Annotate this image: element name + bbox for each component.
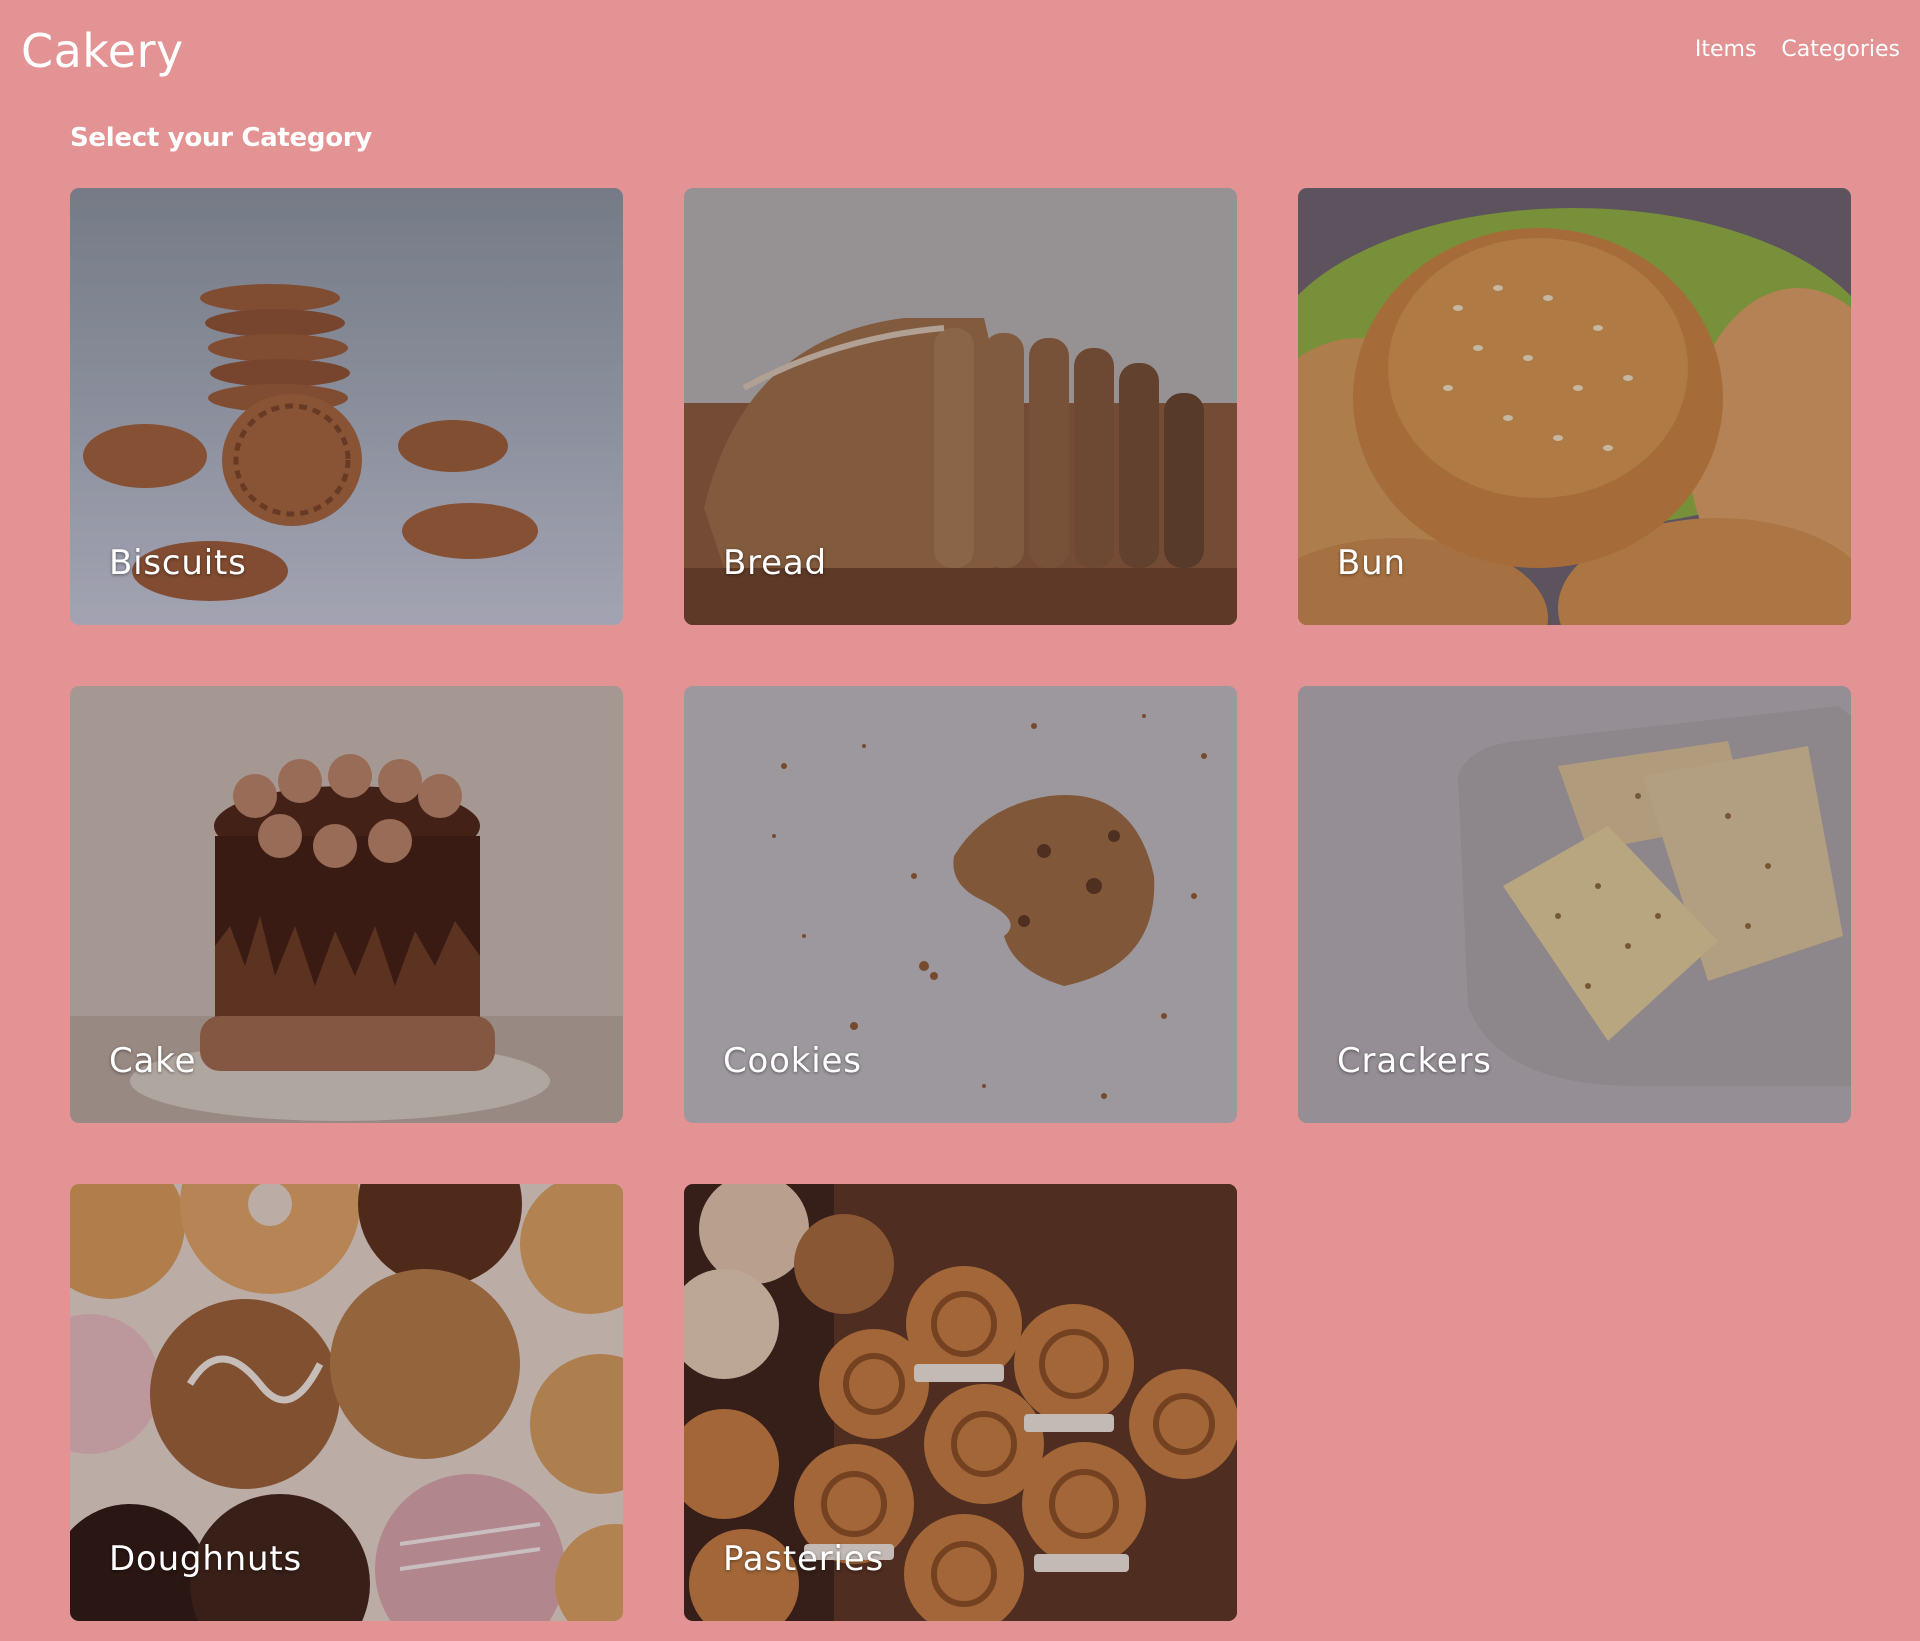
category-label: Crackers [1337,1041,1492,1081]
category-card-doughnuts[interactable]: Doughnuts [70,1184,623,1621]
top-bar: Cakery Items Categories [0,0,1920,104]
category-card-cake[interactable]: Cake [70,686,623,1123]
category-card-pasteries[interactable]: Pasteries [684,1184,1237,1621]
category-label: Biscuits [109,543,247,583]
category-card-biscuits[interactable]: Biscuits [70,188,623,625]
category-card-crackers[interactable]: Crackers [1298,686,1851,1123]
category-label: Cookies [723,1041,862,1081]
page-title: Select your Category [70,123,372,153]
category-card-bread[interactable]: Bread [684,188,1237,625]
category-card-bun[interactable]: Bun [1298,188,1851,625]
main-nav: Items Categories [1695,37,1900,62]
category-label: Cake [109,1041,197,1081]
category-label: Pasteries [723,1539,885,1579]
brand-logo[interactable]: Cakery [21,24,184,78]
category-label: Bun [1337,543,1406,583]
category-grid: Biscuits Bread Bun Cake Cookies Crackers… [70,188,1851,1621]
nav-link-categories[interactable]: Categories [1781,37,1900,62]
category-label: Doughnuts [109,1539,303,1579]
nav-link-items[interactable]: Items [1695,37,1757,62]
category-label: Bread [723,543,827,583]
category-card-cookies[interactable]: Cookies [684,686,1237,1123]
